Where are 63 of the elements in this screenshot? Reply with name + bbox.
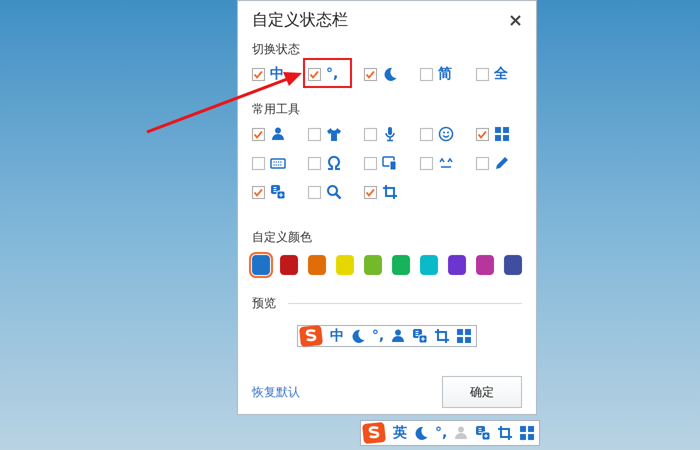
option-glyph: 全 [494, 66, 508, 82]
status-glyph: °, [372, 328, 384, 344]
color-swatch[interactable] [252, 255, 270, 275]
checkbox[interactable] [364, 128, 377, 140]
grid-icon [456, 328, 472, 344]
checkbox[interactable] [364, 156, 377, 170]
restore-defaults-link[interactable]: 恢复默认 [252, 383, 300, 401]
close-icon [510, 14, 520, 26]
translate-icon [412, 328, 428, 344]
ok-button[interactable]: 确定 [442, 376, 522, 408]
highlight-box [303, 58, 352, 88]
option-glyph: °, [326, 66, 338, 82]
color-swatch[interactable] [448, 255, 466, 275]
crop-icon [434, 328, 450, 344]
crop-icon [382, 184, 398, 200]
option-glyph: 简 [438, 66, 452, 82]
search-icon [326, 184, 342, 200]
caret-face-icon [438, 155, 454, 171]
person-icon [390, 328, 406, 344]
section-heading: 常用工具 [252, 101, 301, 118]
section-heading: 自定义颜色 [252, 229, 313, 246]
color-swatch[interactable] [392, 255, 410, 275]
checkbox[interactable] [308, 128, 321, 140]
checkbox[interactable] [476, 156, 489, 170]
checkbox[interactable] [308, 156, 321, 170]
close-button[interactable] [508, 13, 522, 27]
status-glyph: 英 [393, 425, 407, 441]
devices-icon [382, 155, 398, 171]
smiley-icon [438, 126, 454, 142]
shirt-icon [326, 126, 342, 142]
checkbox[interactable] [476, 128, 489, 140]
color-swatch[interactable] [336, 255, 354, 275]
color-swatch[interactable] [364, 255, 382, 275]
omega-icon [326, 155, 342, 171]
status-glyph: °, [435, 425, 448, 441]
color-swatch[interactable] [476, 255, 494, 275]
grid-icon [494, 126, 510, 142]
dialog-title: 自定义状态栏 [252, 9, 348, 31]
status-glyph: 中 [330, 328, 344, 344]
checkbox[interactable] [252, 128, 265, 140]
color-swatch[interactable] [420, 255, 438, 275]
color-swatch[interactable] [504, 255, 522, 275]
checkbox[interactable] [364, 186, 377, 198]
section-heading: 预览 [252, 295, 276, 312]
moon-icon [382, 66, 398, 82]
checkbox[interactable] [252, 186, 265, 198]
color-swatch[interactable] [308, 255, 326, 275]
checkbox[interactable] [252, 156, 265, 170]
checkbox[interactable] [364, 68, 377, 80]
pencil-icon [494, 155, 510, 171]
checkbox[interactable] [420, 128, 433, 140]
translate-icon [270, 184, 286, 200]
checkbox[interactable] [308, 68, 321, 80]
option-glyph: 中 [270, 66, 284, 82]
section-heading: 切换状态 [252, 41, 301, 58]
color-swatch[interactable] [280, 255, 298, 275]
checkbox[interactable] [476, 68, 489, 80]
checkbox[interactable] [252, 68, 265, 80]
person-icon [270, 126, 286, 142]
checkbox[interactable] [308, 186, 321, 198]
checkbox[interactable] [420, 156, 433, 170]
checkbox[interactable] [420, 68, 433, 80]
moon-icon [350, 328, 366, 344]
